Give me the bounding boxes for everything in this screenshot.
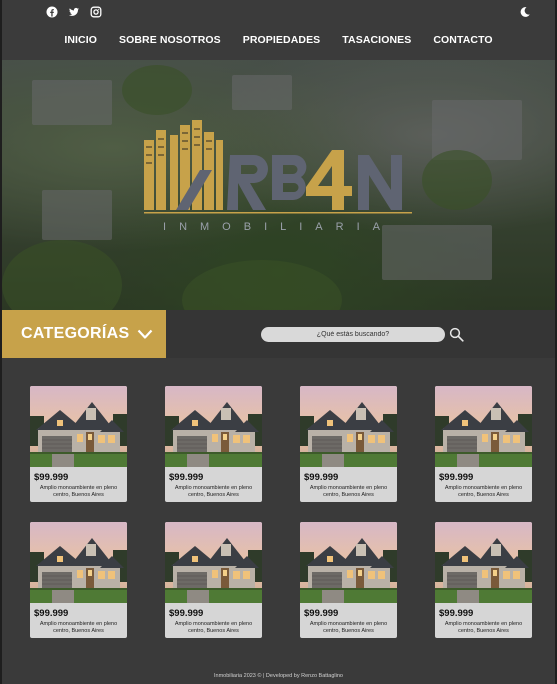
listing-card[interactable]: $99.999 Amplio monoambiente en pleno cen… [435,386,532,502]
chevron-down-icon [138,329,153,339]
categories-dropdown[interactable]: CATEGORÍAS [2,310,166,358]
search-input[interactable] [261,327,445,342]
listing-photo [300,522,397,603]
listings-grid: $99.999 Amplio monoambiente en pleno cen… [30,386,532,638]
listing-description: Amplio monoambiente en pleno centro, Bue… [39,485,118,498]
listing-card[interactable]: $99.999 Amplio monoambiente en pleno cen… [30,522,127,638]
listing-description: Amplio monoambiente en pleno centro, Bue… [444,485,523,498]
page: INICIO SOBRE NOSOTROS PROPIEDADES TASACI… [2,0,555,684]
listing-card[interactable]: $99.999 Amplio monoambiente en pleno cen… [300,386,397,502]
listing-card[interactable]: $99.999 Amplio monoambiente en pleno cen… [300,522,397,638]
nav-sobre-nosotros[interactable]: SOBRE NOSOTROS [119,34,221,46]
hero-banner: INMOBILIARIA [2,60,555,310]
search-icon[interactable] [449,327,464,342]
listing-card[interactable]: $99.999 Amplio monoambiente en pleno cen… [435,522,532,638]
listing-card[interactable]: $99.999 Amplio monoambiente en pleno cen… [165,386,262,502]
moon-icon[interactable] [519,5,531,17]
listing-photo [165,386,262,467]
nav-inicio[interactable]: INICIO [64,34,97,46]
listing-description: Amplio monoambiente en pleno centro, Bue… [174,485,253,498]
listing-price: $99.999 [439,608,474,619]
main-nav: INICIO SOBRE NOSOTROS PROPIEDADES TASACI… [2,34,555,46]
listing-description: Amplio monoambiente en pleno centro, Bue… [444,621,523,634]
brand-logo: INMOBILIARIA [144,120,412,233]
listing-photo [165,522,262,603]
listing-description: Amplio monoambiente en pleno centro, Bue… [309,621,388,634]
listing-photo [435,386,532,467]
listing-card[interactable]: $99.999 Amplio monoambiente en pleno cen… [30,386,127,502]
listing-price: $99.999 [439,472,474,483]
listing-price: $99.999 [169,472,204,483]
listing-photo [30,386,127,467]
twitter-icon[interactable] [68,5,80,17]
listing-card[interactable]: $99.999 Amplio monoambiente en pleno cen… [165,522,262,638]
listing-photo [300,386,397,467]
listing-price: $99.999 [304,472,339,483]
facebook-icon[interactable] [46,5,58,18]
instagram-icon[interactable] [90,5,102,18]
footer-text: Inmobiliaria 2023 © | Developed by Renzo… [213,673,343,679]
listing-price: $99.999 [34,608,69,619]
listing-description: Amplio monoambiente en pleno centro, Bue… [39,621,118,634]
social-links [46,5,102,18]
nav-tasaciones[interactable]: TASACIONES [342,34,411,46]
listing-description: Amplio monoambiente en pleno centro, Bue… [309,485,388,498]
header: INICIO SOBRE NOSOTROS PROPIEDADES TASACI… [2,0,555,60]
listing-price: $99.999 [304,608,339,619]
categories-label: CATEGORÍAS [21,325,130,342]
listing-price: $99.999 [34,472,69,483]
brand-tagline: INMOBILIARIA [163,221,393,233]
nav-propiedades[interactable]: PROPIEDADES [243,34,321,46]
filter-bar: CATEGORÍAS [2,310,555,358]
listing-price: $99.999 [169,608,204,619]
footer: Inmobiliaria 2023 © | Developed by Renzo… [2,668,555,684]
listing-photo [435,522,532,603]
listing-photo [30,522,127,603]
nav-contacto[interactable]: CONTACTO [433,34,492,46]
listing-description: Amplio monoambiente en pleno centro, Bue… [174,621,253,634]
